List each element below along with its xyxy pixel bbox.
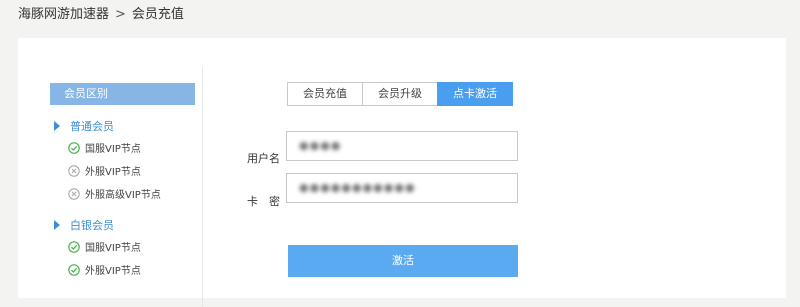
sidebar-item-label: 外服VIP节点 bbox=[85, 167, 141, 178]
panel-divider bbox=[202, 67, 203, 307]
breadcrumb-separator: > bbox=[115, 7, 126, 22]
tab-card-activation[interactable]: 点卡激活 bbox=[437, 82, 513, 106]
content-panel: 会员区别 普通会员 国服VIP节点 外服VIP节点 外服高级VIP节点 白银会员… bbox=[18, 38, 786, 307]
username-value: ●●●● bbox=[299, 139, 342, 152]
check-circle-icon bbox=[68, 263, 80, 276]
sidebar-group-label: 普通会员 bbox=[70, 120, 114, 133]
sidebar-title: 会员区别 bbox=[50, 83, 195, 105]
sidebar-item: 国服VIP节点 bbox=[68, 235, 141, 258]
sidebar-item: 外服VIP节点 bbox=[68, 159, 161, 182]
expand-triangle-icon bbox=[54, 220, 60, 230]
expand-triangle-icon bbox=[54, 121, 60, 131]
card-password-label: 卡 密 bbox=[247, 195, 280, 208]
sidebar-group-header[interactable]: 普通会员 bbox=[54, 116, 161, 136]
check-circle-icon bbox=[68, 141, 80, 154]
cross-circle-icon bbox=[68, 164, 80, 177]
sidebar-group-label: 白银会员 bbox=[70, 219, 114, 232]
sidebar-item-label: 外服高级VIP节点 bbox=[85, 190, 161, 201]
sidebar-item-label: 国服VIP节点 bbox=[85, 144, 141, 155]
sidebar-group-normal: 普通会员 国服VIP节点 外服VIP节点 外服高级VIP节点 bbox=[54, 116, 161, 205]
cross-circle-icon bbox=[68, 187, 80, 200]
sidebar-item: 国服VIP节点 bbox=[68, 136, 161, 159]
username-label: 用户名 bbox=[247, 152, 280, 165]
sidebar-item-label: 国服VIP节点 bbox=[85, 243, 141, 254]
sidebar-group-header[interactable]: 白银会员 bbox=[54, 215, 141, 235]
activate-button[interactable]: 激活 bbox=[288, 245, 518, 277]
username-field[interactable]: ●●●● bbox=[286, 131, 518, 161]
tab-member-recharge[interactable]: 会员充值 bbox=[287, 82, 363, 106]
check-circle-icon bbox=[68, 240, 80, 253]
sidebar-group-silver: 白银会员 国服VIP节点 外服VIP节点 bbox=[54, 215, 141, 281]
breadcrumb-current: 会员充值 bbox=[131, 7, 184, 22]
card-password-field[interactable]: ●●●●●●●●●●● bbox=[286, 173, 518, 203]
tab-member-upgrade[interactable]: 会员升级 bbox=[362, 82, 438, 106]
recharge-tabs: 会员充值 会员升级 点卡激活 bbox=[287, 82, 513, 106]
sidebar-item-label: 外服VIP节点 bbox=[85, 266, 141, 277]
breadcrumb: 海豚网游加速器 > 会员充值 bbox=[18, 3, 184, 22]
card-password-value: ●●●●●●●●●●● bbox=[299, 181, 416, 194]
breadcrumb-root-link[interactable]: 海豚网游加速器 bbox=[18, 7, 109, 22]
sidebar-item: 外服高级VIP节点 bbox=[68, 182, 161, 205]
